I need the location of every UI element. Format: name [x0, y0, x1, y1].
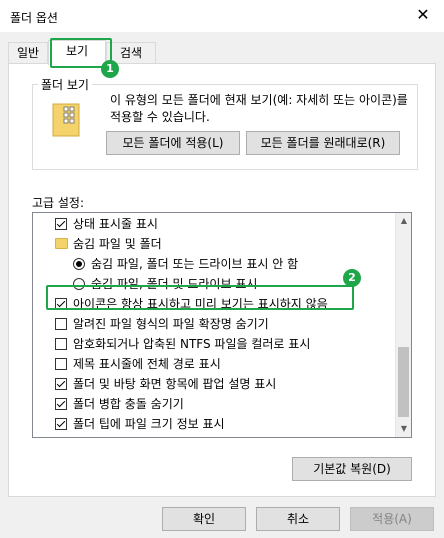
reset-folders-button[interactable]: 모든 폴더를 원래대로(R): [246, 131, 400, 155]
folder-view-icon: [52, 103, 80, 137]
checkbox[interactable]: [55, 318, 67, 330]
list-item[interactable]: 확인란을 사용하여 항목 선택: [33, 434, 397, 437]
list-item-label: 숨김 파일, 폴더 및 드라이브 표시: [91, 277, 258, 291]
advanced-settings-list[interactable]: 상태 표시줄 표시숨김 파일 및 폴더숨김 파일, 폴더 또는 드라이브 표시 …: [32, 212, 412, 438]
list-item-label: 상태 표시줄 표시: [73, 217, 158, 231]
annotation-badge-1: 1: [101, 60, 119, 78]
apply-to-folders-button[interactable]: 모든 폴더에 적용(L): [106, 131, 240, 155]
radio-button[interactable]: [73, 278, 85, 290]
list-item-label: 확인란을 사용하여 항목 선택: [73, 434, 217, 437]
scroll-down-icon[interactable]: ▼: [396, 421, 411, 437]
list-item-label: 암호화되거나 압축된 NTFS 파일을 컬러로 표시: [73, 337, 311, 351]
list-item[interactable]: 알려진 파일 형식의 파일 확장명 숨기기: [33, 314, 397, 334]
list-item[interactable]: 제목 표시줄에 전체 경로 표시: [33, 354, 397, 374]
scroll-thumb[interactable]: [398, 347, 409, 417]
list-item-label: 폴더 및 바탕 화면 항목에 팝업 설명 표시: [73, 377, 277, 391]
checkbox[interactable]: [55, 378, 67, 390]
list-item-label: 숨김 파일 및 폴더: [73, 237, 162, 251]
list-item: 숨김 파일 및 폴더: [33, 234, 397, 254]
cancel-button[interactable]: 취소: [256, 507, 340, 531]
list-item[interactable]: 숨김 파일, 폴더 또는 드라이브 표시 안 함: [33, 254, 397, 274]
scroll-up-icon[interactable]: ▲: [396, 213, 411, 229]
title-bar: 폴더 옵션 ✕: [0, 0, 444, 32]
checkbox[interactable]: [55, 358, 67, 370]
annotation-badge-2: 2: [343, 269, 361, 287]
list-item[interactable]: 폴더 병합 충돌 숨기기: [33, 394, 397, 414]
list-item[interactable]: 상태 표시줄 표시: [33, 214, 397, 234]
list-item[interactable]: 암호화되거나 압축된 NTFS 파일을 컬러로 표시: [33, 334, 397, 354]
window-title: 폴더 옵션: [10, 11, 58, 25]
close-icon[interactable]: ✕: [412, 4, 434, 26]
list-item-label: 제목 표시줄에 전체 경로 표시: [73, 357, 221, 371]
list-item-label: 아이콘은 항상 표시하고 미리 보기는 표시하지 않음: [73, 297, 328, 311]
list-item-label: 폴더 팁에 파일 크기 정보 표시: [73, 417, 225, 431]
checkbox[interactable]: [55, 398, 67, 410]
checkbox[interactable]: [55, 418, 67, 430]
list-item-label: 숨김 파일, 폴더 또는 드라이브 표시 안 함: [91, 257, 299, 271]
folder-views-label: 폴더 보기: [38, 76, 92, 93]
list-item[interactable]: 폴더 팁에 파일 크기 정보 표시: [33, 414, 397, 434]
checkbox[interactable]: [55, 218, 67, 230]
ok-button[interactable]: 확인: [162, 507, 246, 531]
radio-button[interactable]: [73, 258, 85, 270]
folder-icon: [55, 238, 68, 249]
list-item-label: 알려진 파일 형식의 파일 확장명 숨기기: [73, 317, 269, 331]
advanced-settings-label: 고급 설정:: [32, 196, 85, 210]
tab-general[interactable]: 일반: [8, 42, 48, 64]
list-item-label: 폴더 병합 충돌 숨기기: [73, 397, 184, 411]
checkbox[interactable]: [55, 338, 67, 350]
restore-defaults-button[interactable]: 기본값 복원(D): [292, 457, 412, 481]
list-item[interactable]: 아이콘은 항상 표시하고 미리 보기는 표시하지 않음: [33, 294, 397, 314]
apply-button[interactable]: 적용(A): [350, 507, 434, 531]
tab-view[interactable]: 보기: [48, 40, 106, 65]
list-item[interactable]: 폴더 및 바탕 화면 항목에 팝업 설명 표시: [33, 374, 397, 394]
list-scrollbar[interactable]: ▲ ▼: [395, 213, 411, 437]
folder-views-description: 이 유형의 모든 폴더에 현재 보기(예: 자세히 또는 아이콘)를 적용할 수…: [110, 93, 408, 124]
checkbox[interactable]: [55, 298, 67, 310]
